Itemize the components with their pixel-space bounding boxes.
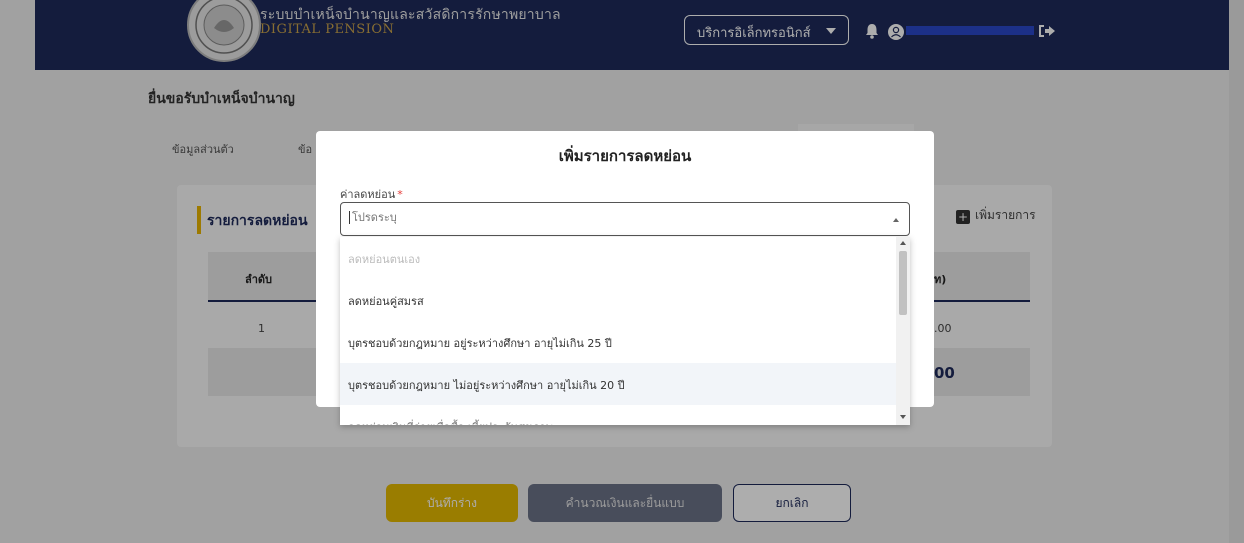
deduction-field-label-text: ค่าลดหย่อน [340, 188, 396, 201]
deduction-search-input[interactable] [349, 211, 852, 224]
option-self: ลดหย่อนตนเอง [348, 253, 421, 266]
scroll-thumb[interactable] [899, 251, 907, 315]
required-mark: * [397, 188, 403, 201]
deduction-field-label: ค่าลดหย่อน * [340, 185, 403, 203]
option-child-studying[interactable]: บุตรชอบด้วยกฎหมาย อยู่ระหว่างศึกษา อายุไ… [340, 321, 896, 363]
scroll-up-arrow-icon[interactable] [900, 241, 906, 245]
deduction-options-list: ลดหย่อนตนเอง ลดหย่อนคู่สมรส บุตรชอบด้วยก… [340, 237, 910, 425]
modal-title: เพิ่มรายการลดหย่อน [558, 147, 692, 165]
deduction-combobox[interactable] [340, 202, 910, 236]
option-health-insurance[interactable]: ลดหย่อนเงินที่จ่ายเพื่อซื้อ เบี้ยประกันส… [340, 405, 896, 425]
caret-up-icon [893, 218, 899, 222]
scroll-down-arrow-icon[interactable] [900, 415, 906, 419]
option-child-not-studying[interactable]: บุตรชอบด้วยกฎหมาย ไม่อยู่ระหว่างศึกษา อา… [340, 363, 896, 405]
option-spouse[interactable]: ลดหย่อนคู่สมรส [340, 279, 896, 321]
dropdown-scrollbar[interactable] [896, 237, 910, 425]
